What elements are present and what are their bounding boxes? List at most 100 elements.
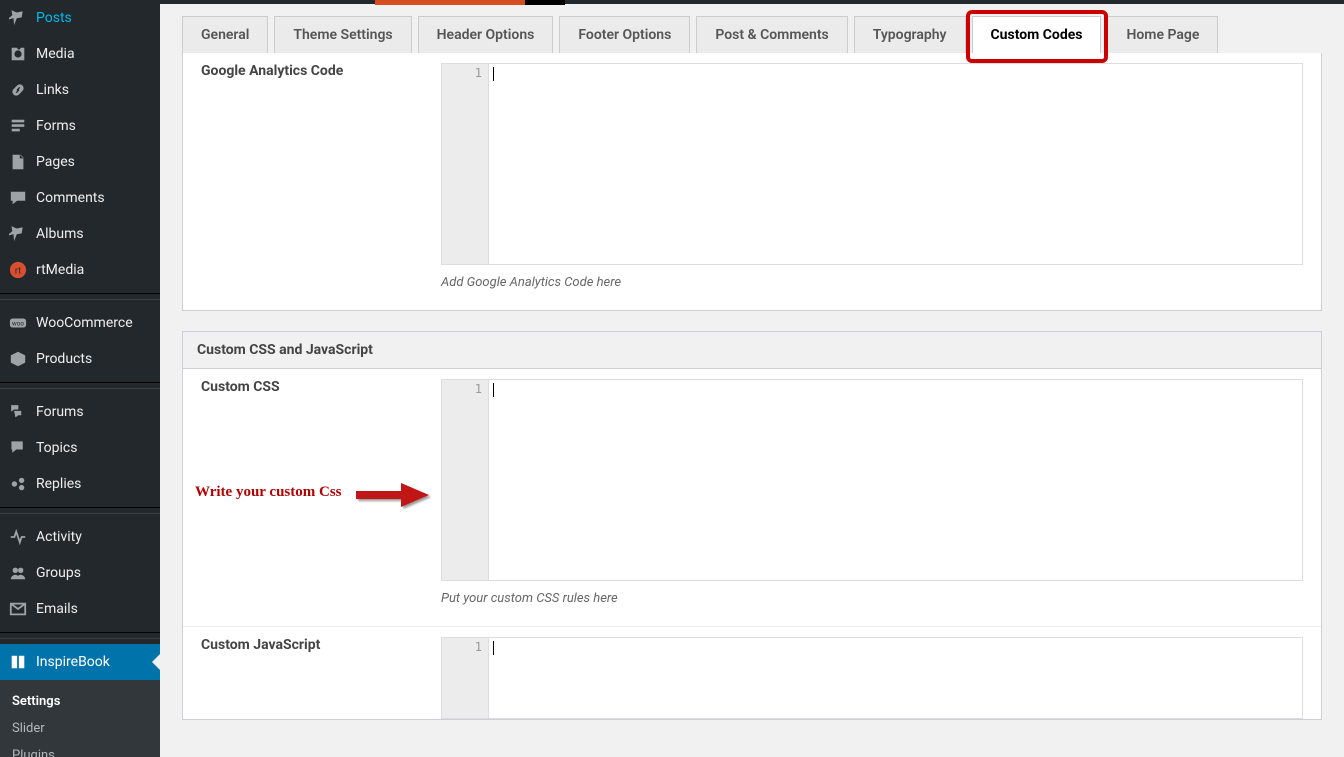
groups-icon	[8, 563, 28, 583]
code-editor-css[interactable]: 1	[441, 379, 1303, 581]
tab-home-page[interactable]: Home Page	[1107, 16, 1218, 53]
sidebar-item-label: WooCommerce	[36, 315, 133, 331]
sidebar-item-albums[interactable]: Albums	[0, 216, 160, 252]
sidebar-item-label: Media	[36, 46, 75, 62]
sidebar-item-activity[interactable]: Activity	[0, 519, 160, 555]
sidebar-submenu: Settings Slider Plugins Support	[0, 680, 160, 757]
sidebar-item-media[interactable]: Media	[0, 36, 160, 72]
code-editor-analytics[interactable]: 1	[441, 63, 1303, 265]
help-text-analytics: Add Google Analytics Code here	[441, 275, 1303, 290]
sidebar-item-comments[interactable]: Comments	[0, 180, 160, 216]
field-row-analytics: Google Analytics Code 1 Add Google Analy…	[183, 53, 1321, 310]
panel-analytics: Google Analytics Code 1 Add Google Analy…	[182, 53, 1322, 311]
text-cursor	[493, 641, 494, 655]
editor-textarea[interactable]	[489, 64, 1302, 264]
sidebar-separator	[0, 507, 160, 514]
panel-header-cssjs: Custom CSS and JavaScript	[183, 332, 1321, 369]
rt-icon: rt	[8, 260, 28, 280]
tab-typography[interactable]: Typography	[854, 16, 966, 53]
sidebar-separator	[0, 382, 160, 389]
field-row-js: Custom JavaScript 1	[183, 627, 1321, 719]
media-icon	[8, 44, 28, 64]
form-icon	[8, 116, 28, 136]
sidebar-separator	[0, 632, 160, 639]
line-number: 1	[475, 640, 482, 654]
sidebar-item-label: Forums	[36, 404, 84, 420]
sidebar-item-links[interactable]: Links	[0, 72, 160, 108]
replies-icon	[8, 474, 28, 494]
sidebar-item-groups[interactable]: Groups	[0, 555, 160, 591]
sidebar-item-label: rtMedia	[36, 262, 84, 278]
sidebar-item-label: Comments	[36, 190, 105, 206]
sidebar-item-label: Topics	[36, 440, 77, 456]
sidebar-item-label: Products	[36, 351, 92, 367]
page-icon	[8, 152, 28, 172]
field-row-css: Custom CSS Write your custom Css	[183, 369, 1321, 626]
field-label-css: Custom CSS Write your custom Css	[201, 379, 441, 606]
sidebar-item-label: Posts	[36, 10, 72, 26]
annotation-text: Write your custom Css	[195, 484, 342, 501]
submenu-item-settings[interactable]: Settings	[0, 688, 160, 715]
sidebar-item-rtmedia[interactable]: rt rtMedia	[0, 252, 160, 288]
help-text-css: Put your custom CSS rules here	[441, 591, 1303, 606]
code-editor-js[interactable]: 1	[441, 637, 1303, 719]
settings-tabs: General Theme Settings Header Options Fo…	[182, 16, 1322, 53]
tab-header-options[interactable]: Header Options	[418, 16, 554, 53]
tab-theme-settings[interactable]: Theme Settings	[274, 16, 411, 53]
sidebar-item-label: Groups	[36, 565, 81, 581]
sidebar-item-label: Emails	[36, 601, 78, 617]
sidebar-item-woocommerce[interactable]: woo WooCommerce	[0, 305, 160, 341]
sidebar-separator	[0, 293, 160, 300]
sidebar-item-label: Replies	[36, 476, 81, 492]
forums-icon	[8, 402, 28, 422]
tab-post-comments[interactable]: Post & Comments	[696, 16, 847, 53]
sidebar-item-emails[interactable]: Emails	[0, 591, 160, 627]
sidebar-item-forums[interactable]: Forums	[0, 394, 160, 430]
editor-textarea[interactable]	[489, 380, 1302, 580]
sidebar-item-label: InspireBook	[36, 654, 110, 670]
product-icon	[8, 349, 28, 369]
text-cursor	[493, 67, 494, 81]
svg-text:rt: rt	[15, 267, 21, 277]
sidebar-item-label: Activity	[36, 529, 82, 545]
email-icon	[8, 599, 28, 619]
text-cursor	[493, 383, 494, 397]
editor-textarea[interactable]	[489, 638, 1302, 718]
woo-icon: woo	[8, 313, 28, 333]
sidebar-group-content: Posts Media Links Forms Pages Comments	[0, 0, 160, 757]
editor-gutter: 1	[442, 638, 489, 718]
sidebar-item-label: Albums	[36, 226, 84, 242]
pin-icon	[8, 224, 28, 244]
link-icon	[8, 80, 28, 100]
topics-icon	[8, 438, 28, 458]
editor-gutter: 1	[442, 380, 489, 580]
sidebar-item-products[interactable]: Products	[0, 341, 160, 377]
field-label-analytics: Google Analytics Code	[201, 63, 441, 290]
main-content: General Theme Settings Header Options Fo…	[160, 0, 1344, 757]
sidebar-item-posts[interactable]: Posts	[0, 0, 160, 36]
annotation-arrow-icon	[351, 475, 431, 515]
sidebar-item-label: Forms	[36, 118, 76, 134]
tab-custom-codes[interactable]: Custom Codes	[972, 16, 1102, 53]
line-number: 1	[475, 382, 482, 396]
field-label-js: Custom JavaScript	[201, 637, 441, 719]
submenu-item-slider[interactable]: Slider	[0, 715, 160, 742]
sidebar-item-label: Pages	[36, 154, 75, 170]
sidebar-item-inspirebook[interactable]: InspireBook	[0, 644, 160, 680]
sidebar-item-forms[interactable]: Forms	[0, 108, 160, 144]
book-icon	[8, 652, 28, 672]
submenu-item-plugins[interactable]: Plugins	[0, 742, 160, 757]
comment-icon	[8, 188, 28, 208]
svg-text:woo: woo	[12, 320, 24, 328]
pin-icon	[8, 8, 28, 28]
activity-icon	[8, 527, 28, 547]
sidebar-item-replies[interactable]: Replies	[0, 466, 160, 502]
editor-gutter: 1	[442, 64, 489, 264]
panel-custom-css-js: Custom CSS and JavaScript Custom CSS Wri…	[182, 331, 1322, 720]
sidebar-item-topics[interactable]: Topics	[0, 430, 160, 466]
admin-sidebar: Posts Media Links Forms Pages Comments	[0, 0, 160, 757]
tab-general[interactable]: General	[182, 16, 268, 53]
line-number: 1	[475, 66, 482, 80]
sidebar-item-pages[interactable]: Pages	[0, 144, 160, 180]
tab-footer-options[interactable]: Footer Options	[559, 16, 690, 53]
